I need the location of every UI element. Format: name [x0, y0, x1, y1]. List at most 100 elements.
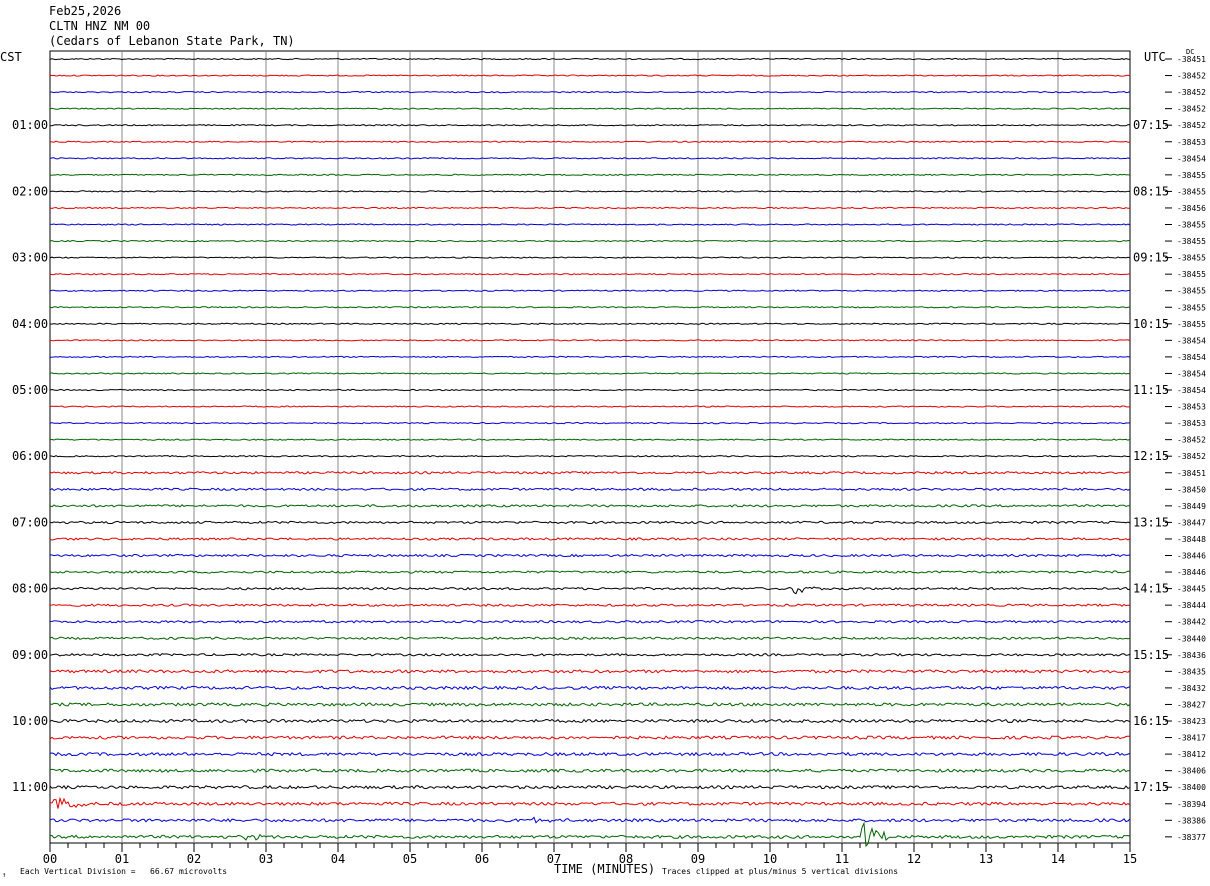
- seismic-trace: [49, 74, 1131, 77]
- seismic-trace: [49, 455, 1131, 458]
- trace-dc-value: -38455: [1177, 237, 1206, 246]
- right-hour-label: 15:15: [1133, 648, 1169, 662]
- trace-dc-value: -38451: [1177, 55, 1206, 64]
- seismic-trace: [49, 669, 1131, 674]
- trace-dc-value: -38455: [1177, 303, 1206, 312]
- trace-dc-value: -38423: [1177, 717, 1206, 726]
- seismic-trace: [49, 273, 1131, 276]
- right-hour-label: 10:15: [1133, 317, 1169, 331]
- trace-dc-value: -38400: [1177, 783, 1206, 792]
- seismic-trace: [49, 306, 1131, 309]
- seismic-trace: [49, 553, 1131, 558]
- right-hour-label: 16:15: [1133, 714, 1169, 728]
- x-tick-label: 02: [187, 852, 201, 866]
- seismic-trace: [49, 470, 1131, 475]
- trace-dc-value: -38454: [1177, 154, 1206, 163]
- seismic-trace: [49, 784, 1131, 790]
- seismic-trace: [49, 438, 1131, 441]
- trace-dc-value: -38453: [1177, 403, 1206, 412]
- trace-dc-value: -38446: [1177, 568, 1206, 577]
- trace-dc-value: -38448: [1177, 535, 1206, 544]
- seismic-trace: [49, 796, 1131, 809]
- trace-dc-value: -38406: [1177, 767, 1206, 776]
- right-hour-label: 12:15: [1133, 449, 1169, 463]
- logo-icon: ↑: [2, 871, 7, 879]
- trace-dc-value: -38442: [1177, 618, 1206, 627]
- x-tick-label: 04: [331, 852, 345, 866]
- x-tick-label: 05: [403, 852, 417, 866]
- trace-dc-value: -38440: [1177, 634, 1206, 643]
- trace-dc-value: -38445: [1177, 585, 1206, 594]
- trace-dc-value: -38412: [1177, 750, 1206, 759]
- left-hour-label: 04:00: [12, 317, 48, 331]
- x-tick-label: 14: [1051, 852, 1065, 866]
- seismic-trace: [49, 619, 1131, 624]
- trace-dc-value: -38456: [1177, 204, 1206, 213]
- trace-dc-value: -38453: [1177, 138, 1206, 147]
- right-hour-label: 14:15: [1133, 582, 1169, 596]
- right-hour-label: 13:15: [1133, 515, 1169, 529]
- seismic-trace: [49, 685, 1131, 691]
- seismic-trace: [49, 388, 1131, 392]
- trace-dc-value: -38452: [1177, 105, 1206, 114]
- trace-dc-value: -38455: [1177, 187, 1206, 196]
- seismic-trace: [49, 206, 1130, 210]
- left-hour-label: 10:00: [12, 714, 48, 728]
- trace-dc-value: -38455: [1177, 221, 1206, 230]
- trace-dc-value: -38455: [1177, 287, 1206, 296]
- x-tick-label: 10: [763, 852, 777, 866]
- seismic-trace: [49, 421, 1131, 425]
- clip-note: Traces clipped at plus/minus 5 vertical …: [662, 867, 899, 876]
- seismic-trace: [49, 289, 1130, 292]
- trace-dc-value: -38432: [1177, 684, 1206, 693]
- x-tick-label: 01: [115, 852, 129, 866]
- plot-frame: [49, 50, 1131, 844]
- seismic-trace: [49, 751, 1131, 757]
- x-tick-label: 00: [43, 852, 57, 866]
- left-hour-label: 02:00: [12, 184, 48, 198]
- x-tick-label: 06: [475, 852, 489, 866]
- trace-dc-value: -38427: [1177, 700, 1206, 709]
- trace-dc-value: -38449: [1177, 502, 1206, 511]
- trace-dc-value: -38455: [1177, 320, 1206, 329]
- right-hour-label: 11:15: [1133, 383, 1169, 397]
- trace-dc-value: -38436: [1177, 651, 1206, 660]
- trace-dc-value: -38417: [1177, 734, 1206, 743]
- trace-dc-value: -38454: [1177, 369, 1206, 378]
- trace-dc-value: -38450: [1177, 485, 1206, 494]
- right-hour-label: 09:15: [1133, 251, 1169, 265]
- trace-dc-value: -38454: [1177, 353, 1206, 362]
- x-axis-label: TIME (MINUTES): [554, 862, 656, 876]
- seismic-trace: [49, 322, 1131, 325]
- seismic-trace: [49, 124, 1131, 127]
- seismic-trace: [49, 487, 1131, 492]
- seismic-trace: [49, 652, 1131, 657]
- x-tick-label: 13: [979, 852, 993, 866]
- x-tick-label: 15: [1123, 852, 1137, 866]
- trace-dc-value: -38452: [1177, 72, 1206, 81]
- trace-dc-value: -38455: [1177, 254, 1206, 263]
- trace-dc-value: -38454: [1177, 336, 1206, 345]
- seismic-trace: [49, 570, 1131, 574]
- trace-dc-value: -38455: [1177, 171, 1206, 180]
- trace-dc-value: -38394: [1177, 800, 1206, 809]
- left-hour-label: 03:00: [12, 251, 48, 265]
- seismic-trace: [49, 239, 1131, 243]
- seismic-trace: [49, 107, 1131, 110]
- x-tick-label: 09: [691, 852, 705, 866]
- left-hour-label: 11:00: [12, 780, 48, 794]
- left-hour-label: 07:00: [12, 515, 48, 529]
- seismic-trace: [49, 702, 1131, 707]
- seismic-trace: [49, 537, 1131, 541]
- trace-dc-value: -38452: [1177, 452, 1206, 461]
- seismic-trace: [50, 140, 1131, 143]
- left-hour-label: 08:00: [12, 582, 48, 596]
- seismic-trace: [49, 636, 1131, 640]
- trace-dc-value: -38452: [1177, 121, 1206, 130]
- seismic-trace: [49, 520, 1131, 525]
- seismic-trace: [49, 718, 1131, 724]
- seismogram-plot: -38451 -38452 -38452 -38452 -38452 -38453 -384…: [12, 50, 1206, 866]
- right-hour-label: 08:15: [1133, 184, 1169, 198]
- seismic-trace: [49, 173, 1131, 176]
- seismic-trace: [49, 735, 1131, 740]
